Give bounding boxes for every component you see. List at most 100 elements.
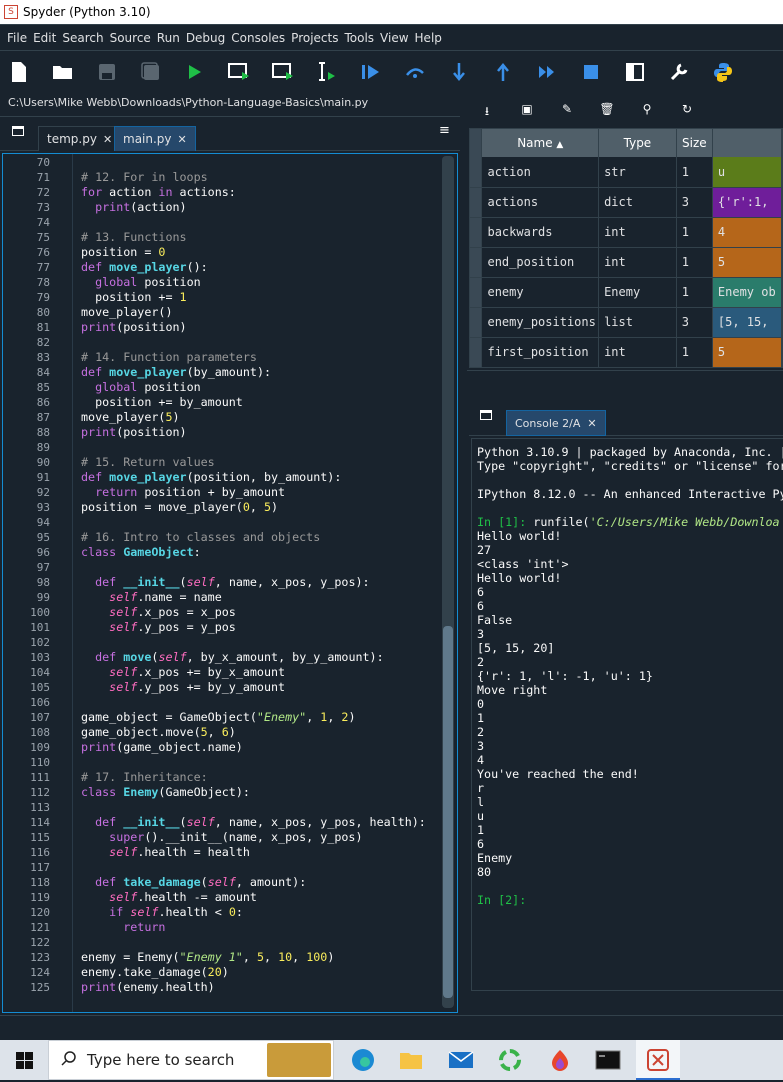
menu-item-consoles[interactable]: Consoles xyxy=(228,31,288,45)
code-line[interactable]: # 14. Function parameters xyxy=(81,350,257,365)
code-line[interactable]: for action in actions: xyxy=(81,185,236,200)
code-line[interactable]: # 13. Functions xyxy=(81,230,187,245)
code-line[interactable]: print(enemy.health) xyxy=(81,980,215,995)
code-line[interactable]: position += by_amount xyxy=(81,395,243,410)
code-line[interactable]: self.y_pos += by_y_amount xyxy=(81,680,285,695)
menu-item-view[interactable]: View xyxy=(377,31,411,45)
anaconda-navigator-icon[interactable] xyxy=(547,1048,573,1072)
code-line[interactable]: print(position) xyxy=(81,425,187,440)
code-line[interactable]: global position xyxy=(81,275,201,290)
code-editor[interactable]: 70 71 72 73 74 75 76 77 78 79 80 81 82 83 84 85 86 87 88 89… xyxy=(2,153,458,1013)
code-line[interactable]: game_object = GameObject("Enemy", 1, 2) xyxy=(81,710,355,725)
save-icon[interactable] xyxy=(95,60,119,84)
variable-row[interactable]: actions dict 3 {'r':1, xyxy=(470,187,782,218)
step-into-icon[interactable] xyxy=(447,60,471,84)
windows-start-icon[interactable] xyxy=(16,1052,33,1073)
code-line[interactable]: return position + by_amount xyxy=(81,485,285,500)
code-line[interactable]: self.x_pos += by_x_amount xyxy=(81,665,285,680)
code-line[interactable]: self.name = name xyxy=(81,590,222,605)
row-header[interactable] xyxy=(470,247,483,278)
menu-item-run[interactable]: Run xyxy=(154,31,183,45)
row-header[interactable] xyxy=(470,157,483,188)
menu-item-help[interactable]: Help xyxy=(412,31,445,45)
remove-all-icon[interactable]: 🗑 xyxy=(599,102,615,118)
menu-item-edit[interactable]: Edit xyxy=(30,31,59,45)
save-data-icon[interactable]: ▣ xyxy=(519,102,535,118)
code-line[interactable]: def take_damage(self, amount): xyxy=(81,875,306,890)
file-explorer-icon[interactable] xyxy=(398,1048,424,1072)
code-line[interactable]: def move_player(): xyxy=(81,260,208,275)
code-line[interactable]: move_player(5) xyxy=(81,410,180,425)
column-header-size[interactable]: Size xyxy=(676,129,713,157)
mail-icon[interactable] xyxy=(448,1048,474,1072)
continue-icon[interactable] xyxy=(535,60,559,84)
code-line[interactable]: def move_player(by_amount): xyxy=(81,365,271,380)
close-icon[interactable]: ✕ xyxy=(103,133,112,146)
run-selection-icon[interactable] xyxy=(315,60,339,84)
code-line[interactable]: self.x_pos = x_pos xyxy=(81,605,236,620)
row-header[interactable] xyxy=(470,307,483,338)
code-line[interactable]: def move(self, by_x_amount, by_y_amount)… xyxy=(81,650,384,665)
import-data-icon[interactable]: ⭳ xyxy=(479,102,495,118)
variable-row[interactable]: action str 1 u xyxy=(470,157,782,188)
code-line[interactable]: game_object.move(5, 6) xyxy=(81,725,236,740)
code-line[interactable]: print(game_object.name) xyxy=(81,740,243,755)
code-line[interactable]: def __init__(self, name, x_pos, y_pos): xyxy=(81,575,369,590)
save-data-as-icon[interactable]: ✎ xyxy=(559,102,575,118)
search-icon[interactable]: ⚲ xyxy=(639,102,655,118)
maximize-pane-icon[interactable] xyxy=(623,60,647,84)
row-header[interactable] xyxy=(470,217,483,248)
code-line[interactable]: # 16. Intro to classes and objects xyxy=(81,530,320,545)
taskbar-search[interactable]: Type here to search xyxy=(48,1040,334,1080)
menu-item-tools[interactable]: Tools xyxy=(341,31,377,45)
code-line[interactable]: print(action) xyxy=(81,200,186,215)
code-line[interactable]: class GameObject: xyxy=(81,545,201,560)
variable-row[interactable]: backwards int 1 4 xyxy=(470,217,782,248)
column-header-type[interactable]: Type xyxy=(598,129,677,157)
code-line[interactable]: if self.health < 0: xyxy=(81,905,243,920)
menu-item-source[interactable]: Source xyxy=(107,31,154,45)
code-line[interactable]: global position xyxy=(81,380,201,395)
editor-scrollbar[interactable] xyxy=(442,156,454,1008)
variable-row[interactable]: enemy_positions list 3 [5, 15, xyxy=(470,307,782,338)
code-line[interactable]: # 15. Return values xyxy=(81,455,215,470)
code-line[interactable]: self.health = health xyxy=(81,845,250,860)
terminal-icon[interactable] xyxy=(595,1048,621,1072)
code-line[interactable]: self.y_pos = y_pos xyxy=(81,620,236,635)
code-line[interactable]: move_player() xyxy=(81,305,172,320)
edge-icon[interactable] xyxy=(350,1048,376,1072)
new-file-icon[interactable] xyxy=(7,60,31,84)
row-header[interactable] xyxy=(470,187,483,218)
preferences-wrench-icon[interactable] xyxy=(667,60,691,84)
browse-tabs-icon[interactable] xyxy=(480,410,492,420)
code-line[interactable]: # 17. Inheritance: xyxy=(81,770,208,785)
close-icon[interactable]: ✕ xyxy=(587,417,596,430)
column-header-name[interactable]: Name ▲ xyxy=(481,129,600,157)
tab-main-py[interactable]: main.py ✕ xyxy=(114,126,196,151)
step-over-icon[interactable] xyxy=(403,60,427,84)
app-circle-icon[interactable] xyxy=(497,1048,523,1072)
console-output[interactable]: Python 3.10.9 | packaged by Anaconda, In… xyxy=(471,438,783,991)
step-return-icon[interactable] xyxy=(491,60,515,84)
refresh-icon[interactable]: ↻ xyxy=(679,102,695,118)
code-line[interactable]: return xyxy=(81,920,165,935)
row-header[interactable] xyxy=(470,277,483,308)
run-cell-icon[interactable] xyxy=(227,60,251,84)
browse-tabs-icon[interactable] xyxy=(12,126,24,136)
variable-row[interactable]: first_position int 1 5 xyxy=(470,337,782,367)
spyder-taskbar-icon[interactable] xyxy=(636,1040,680,1080)
column-header-value[interactable] xyxy=(712,129,782,157)
code-line[interactable]: super().__init__(name, x_pos, y_pos) xyxy=(81,830,362,845)
path-bar[interactable]: C:\Users\Mike Webb\Downloads\Python-Lang… xyxy=(0,93,460,117)
code-line[interactable]: enemy = Enemy("Enemy 1", 5, 10, 100) xyxy=(81,950,334,965)
menu-item-search[interactable]: Search xyxy=(59,31,106,45)
menu-item-projects[interactable]: Projects xyxy=(288,31,341,45)
tab-console[interactable]: Console 2/A ✕ xyxy=(506,410,606,436)
code-line[interactable]: class Enemy(GameObject): xyxy=(81,785,250,800)
close-icon[interactable]: ✕ xyxy=(178,133,187,146)
code-line[interactable]: position += 1 xyxy=(81,290,187,305)
variable-row[interactable]: end_position int 1 5 xyxy=(470,247,782,278)
stop-icon[interactable] xyxy=(579,60,603,84)
tab-temp-py[interactable]: temp.py ✕ xyxy=(38,126,122,151)
code-line[interactable]: print(position) xyxy=(81,320,187,335)
